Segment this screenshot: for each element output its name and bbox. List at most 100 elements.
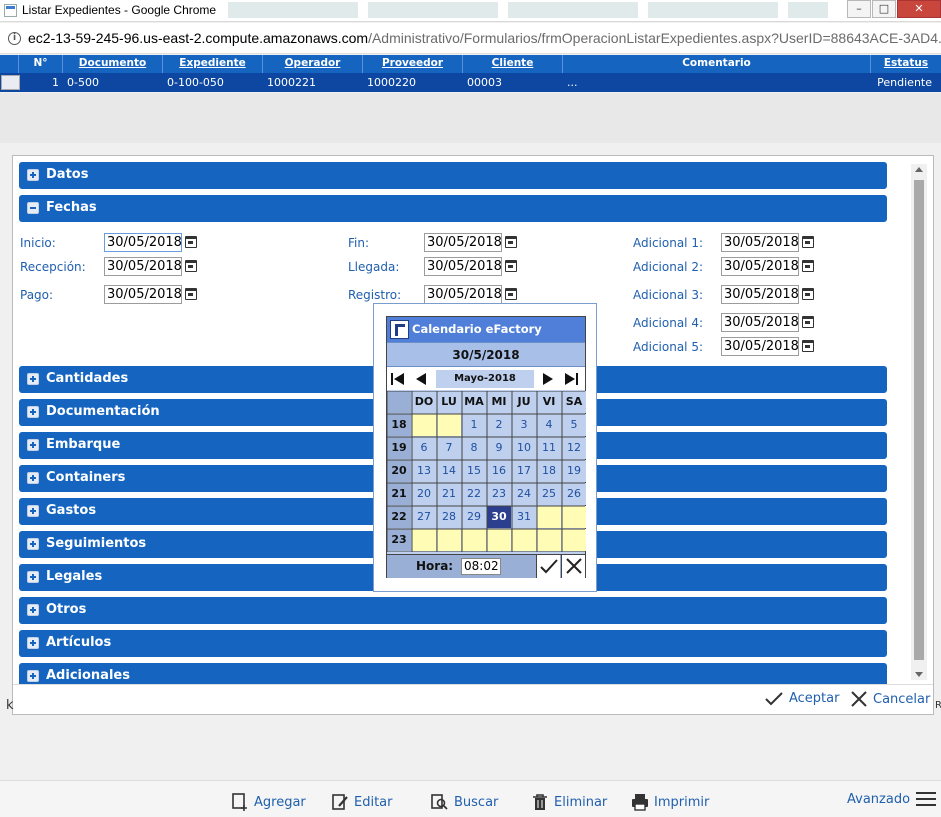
- print-button[interactable]: Imprimir: [631, 793, 709, 811]
- info-icon[interactable]: i: [8, 32, 21, 45]
- modal-scrollbar[interactable]: [911, 164, 927, 680]
- calendar-day[interactable]: 3: [512, 414, 536, 436]
- calendar-day[interactable]: 9: [487, 437, 511, 459]
- expand-icon: [27, 670, 39, 682]
- adicional5-date-input[interactable]: 30/05/2018: [721, 337, 799, 356]
- calendar-ok-button[interactable]: [536, 555, 560, 578]
- last-month-icon[interactable]: [562, 369, 582, 389]
- calendar-day[interactable]: 28: [437, 506, 461, 528]
- calendar-day[interactable]: 22: [462, 483, 486, 505]
- calendar-icon[interactable]: [505, 288, 517, 300]
- section-title: Adicionales: [46, 668, 130, 683]
- calendar-icon[interactable]: [802, 316, 814, 328]
- close-icon: [566, 558, 582, 574]
- calendar-day[interactable]: 4: [537, 414, 561, 436]
- accept-button[interactable]: Aceptar: [765, 691, 839, 706]
- first-month-icon[interactable]: [388, 369, 408, 389]
- calendar-day[interactable]: 5: [562, 414, 586, 436]
- section-articulos[interactable]: Artículos: [19, 630, 887, 657]
- recepcion-date-input[interactable]: 30/05/2018: [104, 257, 182, 276]
- calendar-icon[interactable]: [185, 260, 197, 272]
- calendar-day[interactable]: 14: [437, 460, 461, 482]
- calendar-day[interactable]: 24: [512, 483, 536, 505]
- maximize-button[interactable]: □: [872, 0, 896, 18]
- fin-date-input[interactable]: 30/05/2018: [424, 233, 502, 252]
- scroll-down-icon[interactable]: [915, 672, 923, 677]
- grid-header-expediente[interactable]: Expediente: [163, 55, 263, 73]
- scroll-up-icon[interactable]: [915, 167, 923, 172]
- advanced-button[interactable]: Avanzado: [847, 791, 937, 807]
- grid-header-cliente[interactable]: Cliente: [463, 55, 563, 73]
- calendar-icon[interactable]: [505, 236, 517, 248]
- calendar-day[interactable]: 1: [462, 414, 486, 436]
- add-document-icon: [232, 793, 247, 811]
- inicio-date-input[interactable]: 30/05/2018: [104, 233, 182, 252]
- calendar-day[interactable]: 31: [512, 506, 536, 528]
- scroll-thumb[interactable]: [914, 180, 924, 660]
- registro-date-input[interactable]: 30/05/2018: [424, 285, 502, 304]
- calendar-day[interactable]: 6: [412, 437, 436, 459]
- grid-header-num[interactable]: N°: [19, 55, 63, 73]
- calendar-day[interactable]: 2: [487, 414, 511, 436]
- close-window-button[interactable]: ✕: [897, 0, 941, 18]
- delete-button[interactable]: Eliminar: [531, 793, 607, 811]
- calendar-day[interactable]: 10: [512, 437, 536, 459]
- calendar-day[interactable]: 21: [437, 483, 461, 505]
- calendar-icon[interactable]: [185, 236, 197, 248]
- calendar-icon[interactable]: [802, 236, 814, 248]
- calendar-day-selected[interactable]: 30: [487, 506, 511, 528]
- time-input[interactable]: 08:02: [461, 558, 501, 575]
- calendar-icon[interactable]: [185, 288, 197, 300]
- calendar-day[interactable]: 27: [412, 506, 436, 528]
- adicional4-date-input[interactable]: 30/05/2018: [721, 313, 799, 332]
- calendar-day[interactable]: 29: [462, 506, 486, 528]
- calendar-day[interactable]: 15: [462, 460, 486, 482]
- next-month-icon[interactable]: [538, 369, 558, 389]
- adicional3-date-input[interactable]: 30/05/2018: [721, 285, 799, 304]
- cancel-button[interactable]: Cancelar: [851, 691, 930, 707]
- calendar-day[interactable]: 8: [462, 437, 486, 459]
- calendar-day[interactable]: 11: [537, 437, 561, 459]
- calendar-day[interactable]: 13: [412, 460, 436, 482]
- pago-date-input[interactable]: 30/05/2018: [104, 285, 182, 304]
- calendar-day[interactable]: 25: [537, 483, 561, 505]
- grid-header-comentario[interactable]: Comentario: [563, 55, 871, 73]
- section-datos[interactable]: Datos: [19, 162, 887, 189]
- calendar-month[interactable]: Mayo-2018: [436, 370, 534, 388]
- section-fechas[interactable]: Fechas: [19, 195, 887, 222]
- edit-button[interactable]: Editar: [331, 793, 393, 811]
- calendar-icon[interactable]: [802, 260, 814, 272]
- add-button[interactable]: Agregar: [231, 793, 306, 811]
- calendar-day[interactable]: 12: [562, 437, 586, 459]
- calendar-day[interactable]: 19: [562, 460, 586, 482]
- address-bar[interactable]: i ec2-13-59-245-96.us-east-2.compute.ama…: [0, 23, 941, 54]
- grid-header-estatus[interactable]: Estatus: [871, 55, 941, 73]
- table-row[interactable]: 1 0-500 0-100-050 1000221 1000220 00003 …: [0, 73, 941, 92]
- row-checkbox[interactable]: [1, 75, 20, 90]
- grid-header-proveedor[interactable]: Proveedor: [363, 55, 463, 73]
- url-text[interactable]: ec2-13-59-245-96.us-east-2.compute.amazo…: [28, 30, 941, 46]
- adicional1-date-input[interactable]: 30/05/2018: [721, 233, 799, 252]
- calendar-day[interactable]: 20: [412, 483, 436, 505]
- adicional2-date-input[interactable]: 30/05/2018: [721, 257, 799, 276]
- calendar-cancel-button[interactable]: [561, 555, 585, 578]
- expand-icon: [27, 439, 39, 451]
- calendar-icon[interactable]: [802, 288, 814, 300]
- search-button[interactable]: Buscar: [431, 793, 498, 811]
- calendar-icon[interactable]: [802, 340, 814, 352]
- calendar-day[interactable]: 16: [487, 460, 511, 482]
- section-title: Documentación: [46, 404, 160, 419]
- calendar-day[interactable]: 23: [487, 483, 511, 505]
- grid-header-operador[interactable]: Operador: [263, 55, 363, 73]
- minimize-button[interactable]: –: [847, 0, 871, 18]
- calendar-day[interactable]: 7: [437, 437, 461, 459]
- grid-header-documento[interactable]: Documento: [63, 55, 163, 73]
- calendar-day[interactable]: 17: [512, 460, 536, 482]
- calendar-icon[interactable]: [505, 260, 517, 272]
- llegada-date-input[interactable]: 30/05/2018: [424, 257, 502, 276]
- section-adicionales[interactable]: Adicionales: [19, 663, 887, 684]
- prev-month-icon[interactable]: [412, 369, 432, 389]
- section-otros[interactable]: Otros: [19, 597, 887, 624]
- calendar-day[interactable]: 26: [562, 483, 586, 505]
- calendar-day[interactable]: 18: [537, 460, 561, 482]
